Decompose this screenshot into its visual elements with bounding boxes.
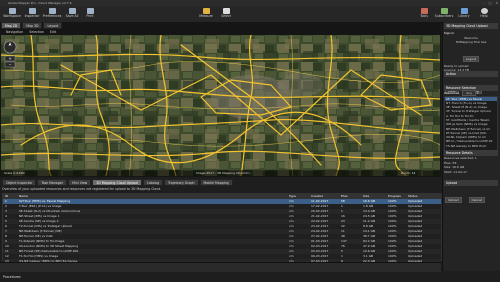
bottom-tabs: Object Inspector Task Manager Mini View … <box>0 179 233 186</box>
map-status-bar: Scale 1:4,000 Image 2017 - 3D Mapping Cl… <box>1 170 440 176</box>
save-all-button[interactable]: Save All <box>62 7 82 21</box>
workspace-button[interactable]: Workspace <box>2 7 22 21</box>
svg-text:−: − <box>8 62 11 67</box>
list-item[interactable]: T5-NZ Galway to BPO Exch <box>445 144 497 148</box>
resource-filter-label: Resources <box>444 91 460 95</box>
preferences-button[interactable]: Preferences <box>42 7 62 21</box>
inspector-button[interactable]: Inspector <box>22 7 42 21</box>
library-button[interactable]: Library <box>454 7 474 21</box>
table-body: 1 IGT-Tour (HMS) vs. Fascal Mapping cm 11-0… <box>3 199 441 264</box>
procedures-label: Procedures <box>3 275 21 279</box>
tab-cloud-upload[interactable]: 3D Mapping Cloud Upload <box>92 179 142 186</box>
maximize-button[interactable]: □ <box>489 1 492 5</box>
map-attribution: Image 2017 - 3D Mapping Cloud Inc. <box>196 171 251 175</box>
panel-header: 3D Mapping Cloud Upload <box>444 23 498 29</box>
resource-list: 1T. Tour (HMS) vs Fascal NT. French (TL-G… <box>444 95 498 153</box>
upload-button[interactable]: Upload <box>445 197 462 203</box>
print-button[interactable]: Print <box>80 7 100 21</box>
upload-description: Overview of your uploaded resources and … <box>2 187 162 191</box>
resource-filter-dropdown[interactable]: Any <box>462 90 477 96</box>
tab-catalog[interactable]: Catalog <box>142 179 163 186</box>
logout-button[interactable]: Logout <box>462 55 480 62</box>
tab-mini-view[interactable]: Mini View <box>68 179 92 186</box>
details-start: Start: 11-02-17 <box>444 169 467 174</box>
main-toolbar: Workspace Inspector Preferences Save All… <box>0 6 500 23</box>
select-button[interactable]: Select <box>216 7 236 21</box>
tab-trajectory-graph[interactable]: Trajectory Graph <box>164 179 199 186</box>
aerial-map: + − <box>1 35 440 176</box>
tab-map-2d[interactable]: Map 2D <box>1 22 22 29</box>
panel-header-section: 3D Mapping Cloud Upload <box>444 23 498 29</box>
tab-mobile-mapping[interactable]: Mobile Mapping <box>199 179 233 186</box>
chevron-down-icon: ▾ <box>477 91 479 95</box>
tab-task-manager[interactable]: Task Manager <box>37 179 68 186</box>
window-title: Global Mapper Pro - Cloud Manager v2.7.6 <box>8 1 72 5</box>
details-section: Resource Details Resources selected: 1 F… <box>444 150 498 174</box>
tab-layout[interactable]: Layout <box>43 22 63 29</box>
tab-map-3d[interactable]: Map 3D <box>22 22 43 29</box>
window-controls: – □ ✕ <box>483 1 498 5</box>
aerial-map-view[interactable]: + − <box>1 35 440 176</box>
close-button[interactable]: ✕ <box>495 1 498 5</box>
subscribers-button[interactable]: Subscribers <box>434 7 454 21</box>
measure-button[interactable]: Measure <box>196 7 216 21</box>
map-tabs: Map 2D Map 3D Layout <box>1 22 63 29</box>
svg-text:+: + <box>8 56 11 61</box>
map-scale: Scale 1:4,000 <box>4 171 25 175</box>
cancel-upload-button[interactable]: Cancel <box>468 197 485 203</box>
tab-object-inspector[interactable]: Object Inspector <box>2 179 37 186</box>
tools-button[interactable]: Tools <box>414 7 434 21</box>
map-zoom: Zoom: 14 <box>401 171 416 175</box>
resource-section: Resource Selection Resources Any ▾ 1T. T… <box>444 85 498 153</box>
help-button[interactable]: Help <box>474 7 494 21</box>
upload-table: ID Name Type Created Files Size Progress… <box>2 193 442 264</box>
minimize-button[interactable]: – <box>483 1 485 5</box>
upload-section: Upload Upload Cancel <box>444 180 498 205</box>
